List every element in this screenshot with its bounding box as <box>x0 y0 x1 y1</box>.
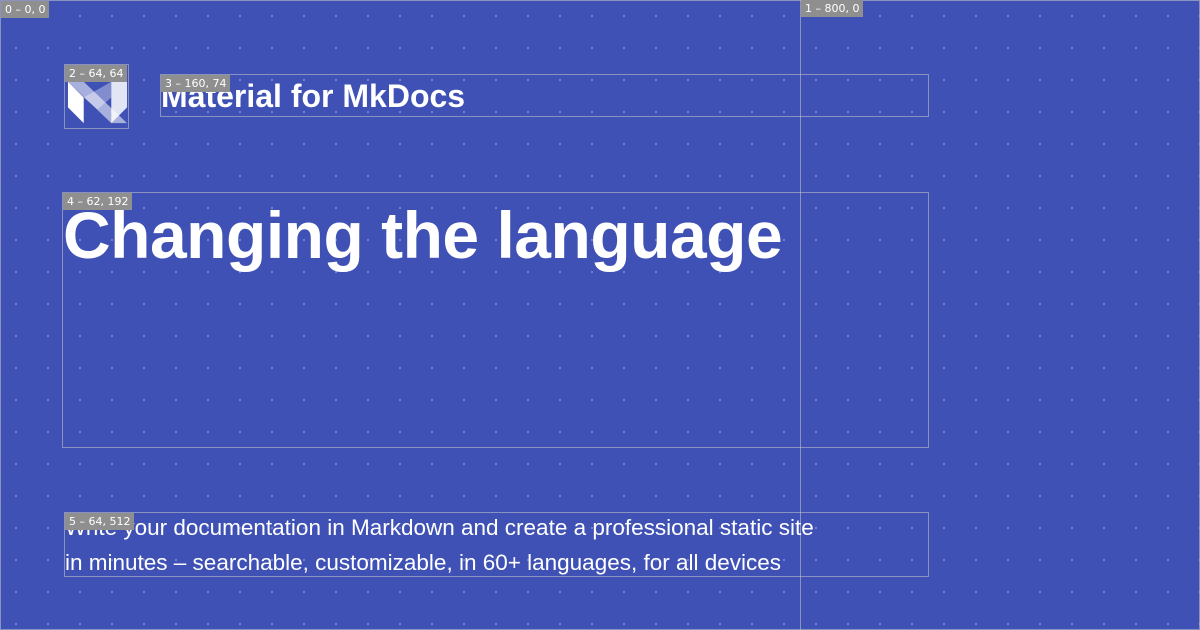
page-title: Changing the language <box>63 198 783 272</box>
site-description: Write your documentation in Markdown and… <box>65 510 930 580</box>
box-label: 3 – 160, 74 <box>161 75 231 92</box>
description-frame: Write your documentation in Markdown and… <box>64 512 929 577</box>
box-label: 0 – 0, 0 <box>1 1 50 18</box>
box-label: 1 – 800, 0 <box>801 0 864 17</box>
description-line-1: Write your documentation in Markdown and… <box>65 515 814 540</box>
logo-frame: 2 – 64, 64 <box>64 64 129 129</box>
site-name-frame: Material for MkDocs 3 – 160, 74 <box>160 74 929 117</box>
description-line-2: in minutes – searchable, customizable, i… <box>65 550 782 575</box>
box-label: 5 – 64, 512 <box>65 513 135 530</box>
box-label: 4 – 62, 192 <box>63 193 133 210</box>
page-title-frame: Changing the language 4 – 62, 192 <box>62 192 929 448</box>
box-label: 2 – 64, 64 <box>65 65 128 82</box>
